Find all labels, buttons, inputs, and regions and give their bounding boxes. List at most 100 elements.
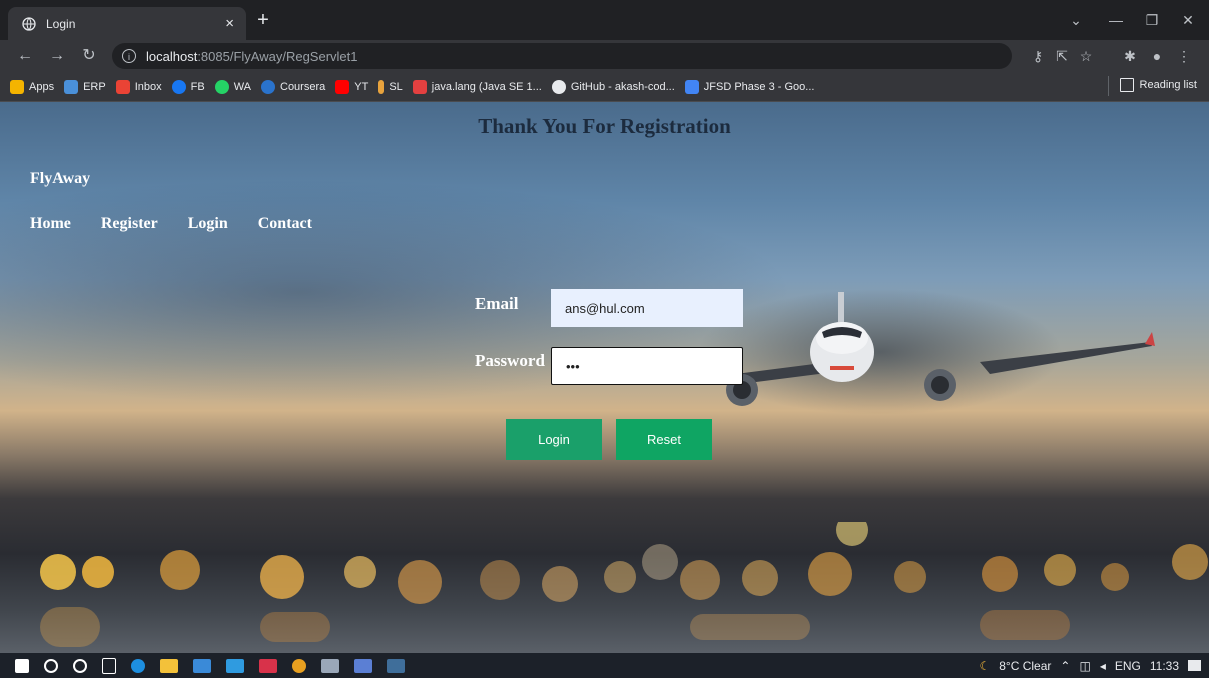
password-label: Password [475, 351, 545, 370]
airplane-image [720, 292, 1155, 406]
bookmark-inbox[interactable]: Inbox [115, 79, 162, 94]
task-view-icon[interactable] [102, 657, 116, 674]
bookmark-label: Apps [29, 80, 55, 93]
nav-contact[interactable]: Contact [258, 215, 312, 233]
reset-button[interactable]: Reset [616, 419, 712, 460]
cortana-icon[interactable] [73, 658, 87, 673]
main-nav: Home Register Login Contact [30, 215, 312, 233]
address-bar[interactable]: i localhost :8085/FlyAway/RegServlet1 [112, 43, 1012, 69]
volume-icon[interactable]: ◂ [1100, 659, 1106, 673]
bookmark-sl[interactable]: SL [378, 79, 403, 94]
site-info-icon[interactable]: i [122, 49, 136, 63]
weather-text[interactable]: 8°C Clear [999, 659, 1051, 673]
facebook-icon [171, 79, 186, 94]
apps-grid-icon [10, 79, 24, 94]
share-icon[interactable]: ⇱ [1050, 43, 1074, 69]
bokeh-lights-background [40, 522, 1208, 647]
menu-icon[interactable]: ⋮ [1172, 43, 1196, 69]
windows-taskbar: ☾ 8°C Clear ⌃ ◫ ◂ ENG 11:33 [0, 653, 1209, 678]
tab-title: Login [46, 16, 76, 31]
back-icon[interactable]: ← [12, 43, 38, 69]
moon-weather-icon: ☾ [979, 658, 991, 673]
close-window-icon[interactable]: ✕ [1172, 8, 1204, 32]
sl-icon [378, 79, 385, 94]
bookmark-github[interactable]: GitHub - akash-cod... [551, 79, 675, 94]
bookmark-jfsd[interactable]: JFSD Phase 3 - Goo... [684, 79, 815, 94]
app-icon[interactable] [354, 658, 372, 673]
bookmark-coursera[interactable]: Coursera [261, 79, 326, 94]
app-icon[interactable] [321, 658, 339, 673]
browser-toolbar: ← → ↻ i localhost :8085/FlyAway/RegServl… [0, 40, 1209, 72]
bookmark-label: YT [354, 80, 369, 93]
restore-icon[interactable]: ❐ [1136, 8, 1168, 32]
new-tab-button[interactable]: + [250, 9, 276, 33]
bookmark-label: FB [190, 80, 205, 93]
site-logo[interactable]: FlyAway [30, 170, 90, 188]
youtube-icon [335, 79, 350, 94]
mcafee-icon[interactable] [259, 658, 277, 673]
bookmark-java-lang[interactable]: java.lang (Java SE 1... [412, 79, 542, 94]
reading-list-button[interactable]: Reading list [1107, 76, 1197, 96]
reload-icon[interactable]: ↻ [76, 43, 102, 69]
browser-tab-strip: Login × + ⌄ — ❐ ✕ [0, 0, 1209, 40]
github-icon [551, 79, 566, 94]
key-icon[interactable]: ⚷ [1026, 43, 1050, 69]
email-field[interactable] [551, 289, 743, 327]
bookmark-apps[interactable]: Apps [10, 79, 55, 94]
extensions-icon[interactable]: ✱ [1118, 43, 1142, 69]
bookmark-label: ERP [83, 80, 106, 93]
bookmark-yt[interactable]: YT [335, 79, 369, 94]
nav-login[interactable]: Login [188, 215, 228, 233]
coursera-icon [261, 79, 275, 94]
bookmark-label: SL [389, 80, 403, 93]
bookmark-wa[interactable]: WA [214, 79, 251, 94]
store-icon[interactable] [193, 658, 211, 673]
nav-home[interactable]: Home [30, 215, 71, 233]
divider [1107, 76, 1109, 96]
terminal-icon[interactable] [387, 658, 405, 673]
bookmark-label: Coursera [280, 80, 326, 93]
gmail-icon [115, 79, 130, 94]
chevron-up-icon[interactable]: ⌃ [1060, 659, 1070, 673]
reading-list-icon [1119, 78, 1134, 92]
system-tray: ☾ 8°C Clear ⌃ ◫ ◂ ENG 11:33 [979, 653, 1201, 678]
bookmark-label: GitHub - akash-cod... [570, 80, 675, 93]
page-title: Thank You For Registration [478, 114, 731, 138]
url-host: localhost [146, 48, 198, 64]
tab-login[interactable]: Login × [8, 7, 246, 40]
search-icon[interactable] [44, 658, 58, 673]
page-viewport: Thank You For Registration FlyAway Home … [0, 102, 1209, 653]
bookmark-erp[interactable]: ERP [64, 79, 106, 94]
file-explorer-icon[interactable] [160, 658, 178, 673]
bookmarks-bar: Apps ERP Inbox FB WA Coursera YT SL java… [0, 72, 1209, 102]
bookmark-label: java.lang (Java SE 1... [431, 80, 542, 93]
language-indicator[interactable]: ENG [1115, 659, 1141, 673]
erp-icon [64, 79, 79, 94]
tab-search-icon[interactable]: ⌄ [1060, 8, 1092, 32]
email-label: Email [475, 294, 519, 313]
password-field[interactable] [551, 347, 743, 385]
close-tab-icon[interactable]: × [225, 16, 234, 31]
bookmark-fb[interactable]: FB [171, 79, 205, 94]
bookmark-label: JFSD Phase 3 - Goo... [703, 80, 815, 93]
mail-icon[interactable] [226, 658, 244, 673]
edge-icon[interactable] [131, 658, 145, 673]
reading-list-label: Reading list [1139, 79, 1197, 91]
nav-register[interactable]: Register [101, 215, 158, 233]
bookmark-label: Inbox [134, 80, 162, 93]
oracle-icon [412, 79, 427, 94]
login-button[interactable]: Login [506, 419, 602, 460]
network-icon[interactable]: ◫ [1079, 659, 1090, 673]
clock[interactable]: 11:33 [1150, 659, 1179, 673]
bookmark-star-icon[interactable]: ☆ [1074, 43, 1098, 69]
bookmark-label: WA [233, 80, 251, 93]
chrome-icon[interactable] [292, 658, 306, 673]
globe-icon [22, 16, 36, 31]
profile-icon[interactable]: ● [1145, 43, 1169, 69]
url-path: :8085/FlyAway/RegServlet1 [197, 48, 358, 64]
notifications-icon[interactable] [1188, 660, 1201, 671]
minimize-icon[interactable]: — [1100, 8, 1132, 32]
windows-start-icon[interactable] [15, 658, 29, 673]
whatsapp-icon [214, 79, 229, 94]
forward-icon[interactable]: → [44, 43, 70, 69]
